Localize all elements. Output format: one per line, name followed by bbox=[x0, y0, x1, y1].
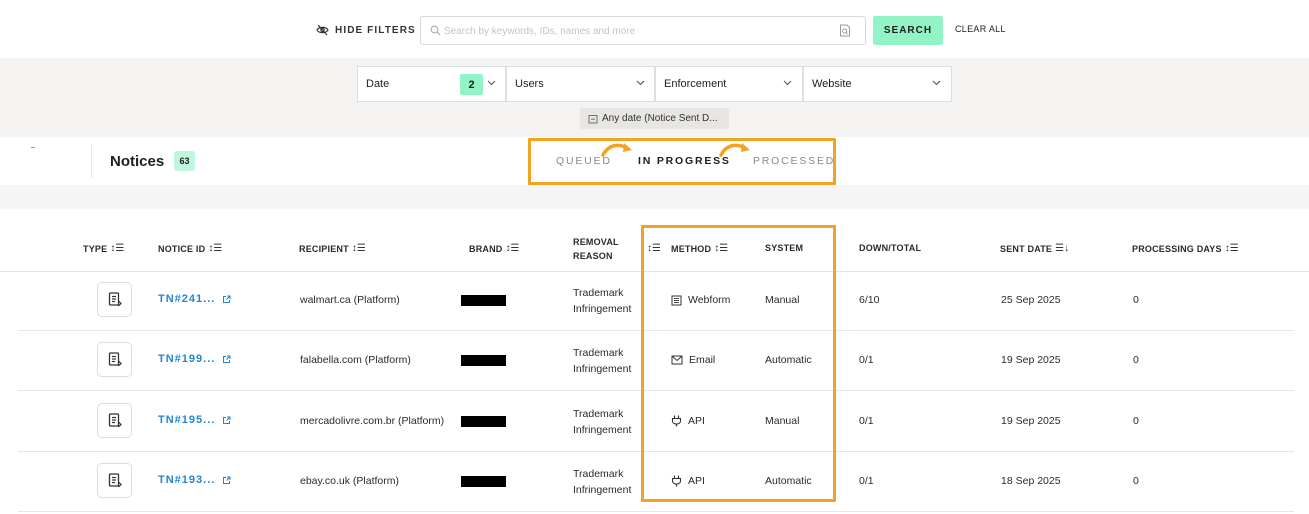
notice-id-link[interactable]: TN#199... bbox=[158, 353, 231, 365]
column-header-recipient[interactable]: RECIPIENT ↕☰ bbox=[299, 243, 366, 254]
column-header-sent-date[interactable]: SENT DATE ☰↓ bbox=[1000, 243, 1069, 254]
processing-days-cell: 0 bbox=[1133, 415, 1139, 427]
search-input[interactable] bbox=[444, 22, 824, 40]
website-filter-label: Website bbox=[812, 78, 852, 90]
sent-date-cell: 18 Sep 2025 bbox=[1001, 475, 1061, 487]
notices-count-badge: 63 bbox=[174, 151, 195, 171]
recipient-cell: mercadolivre.com.br (Platform) bbox=[300, 415, 445, 427]
users-filter-label: Users bbox=[515, 78, 544, 90]
removal-reason-cell: Trademark Infringement bbox=[573, 347, 632, 375]
redacted-brand bbox=[461, 355, 506, 366]
notice-type-button[interactable] bbox=[97, 282, 132, 317]
redacted-brand bbox=[461, 476, 506, 487]
method-system-highlight bbox=[641, 225, 836, 502]
column-header-brand[interactable]: BRAND ↕☰ bbox=[469, 243, 519, 254]
notice-id-link[interactable]: TN#195... bbox=[158, 414, 231, 426]
users-filter-dropdown[interactable]: Users bbox=[506, 66, 655, 102]
external-link-icon[interactable] bbox=[222, 416, 231, 425]
processing-days-cell: 0 bbox=[1133, 294, 1139, 306]
down-total-cell: 0/1 bbox=[859, 475, 874, 487]
redacted-brand bbox=[461, 295, 506, 306]
sent-date-cell: 19 Sep 2025 bbox=[1001, 415, 1061, 427]
sort-icon: ↕☰ bbox=[505, 243, 520, 254]
status-tabs-highlight bbox=[528, 138, 836, 185]
column-header-down-total: DOWN/TOTAL bbox=[859, 243, 922, 253]
chevron-down-icon bbox=[487, 80, 496, 86]
recipient-cell: ebay.co.uk (Platform) bbox=[300, 475, 400, 487]
notice-id-link[interactable]: TN#193... bbox=[158, 474, 231, 486]
external-link-icon[interactable] bbox=[222, 295, 231, 304]
header-divider bbox=[91, 145, 92, 178]
document-icon bbox=[108, 413, 122, 428]
date-filter-dropdown[interactable]: Date 2 bbox=[357, 66, 506, 102]
search-button[interactable]: SEARCH bbox=[873, 16, 943, 45]
processing-days-cell: 0 bbox=[1133, 475, 1139, 487]
sent-date-cell: 25 Sep 2025 bbox=[1001, 294, 1061, 306]
search-icon bbox=[430, 25, 441, 36]
enforcement-filter-dropdown[interactable]: Enforcement bbox=[655, 66, 803, 102]
sent-date-cell: 19 Sep 2025 bbox=[1001, 354, 1061, 366]
sort-desc-icon: ☰↓ bbox=[1055, 243, 1070, 254]
chevron-down-icon bbox=[636, 80, 645, 86]
sort-icon: ↕☰ bbox=[208, 243, 223, 254]
down-total-cell: 0/1 bbox=[859, 354, 874, 366]
chevron-down-icon bbox=[783, 80, 792, 86]
external-link-icon[interactable] bbox=[222, 476, 231, 485]
removal-reason-cell: Trademark Infringement bbox=[573, 287, 632, 315]
redacted-brand bbox=[461, 416, 506, 427]
active-date-filter-label: Any date (Notice Sent D... bbox=[602, 113, 718, 124]
recipient-cell: walmart.ca (Platform) bbox=[300, 294, 400, 306]
search-field[interactable] bbox=[420, 16, 866, 45]
notice-type-button[interactable] bbox=[97, 403, 132, 438]
table-row-divider bbox=[18, 511, 1294, 512]
divider-mark bbox=[31, 147, 35, 148]
section-separator bbox=[0, 185, 1309, 209]
sort-icon: ↕☰ bbox=[1224, 243, 1239, 254]
column-header-processing-days[interactable]: PROCESSING DAYS ↕☰ bbox=[1132, 243, 1239, 254]
external-link-icon[interactable] bbox=[222, 355, 231, 364]
column-header-removal-reason[interactable]: REMOVAL REASON bbox=[573, 236, 619, 262]
sort-icon: ↕☰ bbox=[351, 243, 366, 254]
column-header-type[interactable]: TYPE ↕☰ bbox=[83, 243, 124, 254]
calendar-icon bbox=[588, 114, 598, 124]
website-filter-dropdown[interactable]: Website bbox=[803, 66, 952, 102]
column-header-notice-id[interactable]: NOTICE ID ↕☰ bbox=[158, 243, 222, 254]
page-title: Notices bbox=[110, 153, 165, 170]
document-icon bbox=[108, 292, 122, 307]
active-date-filter-chip[interactable]: Any date (Notice Sent D... bbox=[580, 108, 729, 129]
removal-reason-cell: Trademark Infringement bbox=[573, 408, 632, 436]
clear-all-button[interactable]: CLEAR ALL bbox=[955, 24, 1006, 34]
notice-id-link[interactable]: TN#241... bbox=[158, 293, 231, 305]
document-icon bbox=[108, 473, 122, 488]
enforcement-filter-label: Enforcement bbox=[664, 78, 727, 90]
recipient-cell: falabella.com (Platform) bbox=[300, 354, 411, 366]
image-search-icon[interactable] bbox=[839, 24, 851, 37]
notice-type-button[interactable] bbox=[97, 342, 132, 377]
eye-off-icon bbox=[316, 24, 329, 36]
hide-filters-button[interactable]: HIDE FILTERS bbox=[316, 21, 416, 39]
sort-icon: ↕☰ bbox=[110, 243, 125, 254]
removal-reason-cell: Trademark Infringement bbox=[573, 468, 632, 496]
date-filter-label: Date bbox=[366, 78, 390, 90]
date-filter-count-badge: 2 bbox=[460, 74, 483, 95]
hide-filters-label: HIDE FILTERS bbox=[335, 24, 416, 36]
down-total-cell: 0/1 bbox=[859, 415, 874, 427]
notice-type-button[interactable] bbox=[97, 463, 132, 498]
processing-days-cell: 0 bbox=[1133, 354, 1139, 366]
down-total-cell: 6/10 bbox=[859, 294, 880, 306]
chevron-down-icon bbox=[932, 80, 941, 86]
document-icon bbox=[108, 352, 122, 367]
